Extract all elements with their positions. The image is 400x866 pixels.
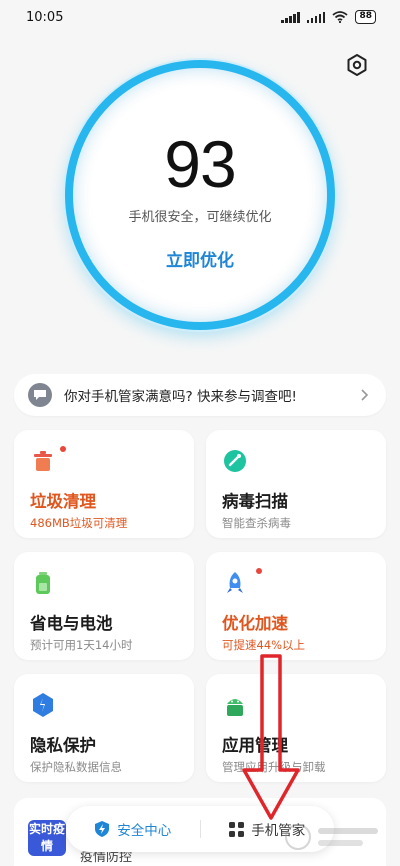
privacy-shield-icon — [30, 692, 56, 718]
card-title: 垃圾清理 — [30, 492, 96, 511]
rocket-icon — [222, 568, 262, 596]
card-app-management[interactable]: 应用管理 管理应用升级与卸载 — [206, 674, 386, 782]
shield-lightning-icon — [95, 821, 110, 837]
status-bar: 10:05 88 — [0, 0, 400, 34]
survey-banner[interactable]: 你对手机管家满意吗? 快来参与调查吧! — [14, 374, 386, 416]
status-time: 10:05 — [26, 9, 64, 25]
score-description: 手机很安全，可继续优化 — [128, 210, 272, 225]
grid-icon — [229, 821, 245, 837]
notification-dot — [60, 446, 66, 452]
security-score-ring: 93 手机很安全，可继续优化 立即优化 — [65, 60, 335, 330]
battery-icon: 88 — [355, 10, 376, 24]
signal-icon — [281, 11, 300, 23]
signal-icon — [306, 11, 326, 23]
card-subtitle: 486MB垃圾可清理 — [30, 516, 128, 530]
card-title: 病毒扫描 — [222, 492, 288, 511]
card-power-battery[interactable]: 省电与电池 预计可用1天14小时 — [14, 552, 194, 660]
virus-scan-icon — [222, 448, 248, 474]
card-title: 隐私保护 — [30, 736, 96, 755]
survey-text: 你对手机管家满意吗? 快来参与调查吧! — [64, 389, 297, 405]
card-title: 省电与电池 — [30, 614, 113, 633]
message-icon — [28, 383, 52, 407]
card-privacy-protection[interactable]: 隐私保护 保护隐私数据信息 — [14, 674, 194, 782]
security-score: 93 — [164, 127, 236, 201]
status-icons: 88 — [281, 10, 376, 24]
card-subtitle: 可提速44%以上 — [222, 638, 306, 652]
card-speed-boost[interactable]: 优化加速 可提速44%以上 — [206, 552, 386, 660]
optimize-now-button[interactable]: 立即优化 — [150, 246, 250, 271]
card-subtitle: 管理应用升级与卸载 — [222, 760, 326, 774]
card-virus-scan[interactable]: 病毒扫描 智能查杀病毒 — [206, 430, 386, 538]
notification-dot — [256, 568, 262, 574]
trash-icon — [30, 446, 66, 474]
card-title: 优化加速 — [222, 614, 288, 633]
card-title: 应用管理 — [222, 736, 288, 755]
card-subtitle: 智能查杀病毒 — [222, 516, 291, 530]
card-subtitle: 保护隐私数据信息 — [30, 760, 122, 774]
watermark-logo-icon — [285, 824, 378, 850]
wifi-icon — [332, 11, 349, 23]
tab-security-center[interactable]: 安全中心 — [66, 819, 200, 839]
battery-icon — [30, 570, 56, 596]
realtime-epidemic-badge: 实时疫情 — [28, 820, 66, 856]
android-app-icon — [222, 692, 248, 718]
tab-label: 安全中心 — [117, 823, 172, 839]
settings-hexagon-icon[interactable] — [344, 52, 370, 78]
card-junk-cleanup[interactable]: 垃圾清理 486MB垃圾可清理 — [14, 430, 194, 538]
chevron-right-icon — [361, 389, 369, 401]
card-subtitle: 预计可用1天14小时 — [30, 638, 133, 652]
